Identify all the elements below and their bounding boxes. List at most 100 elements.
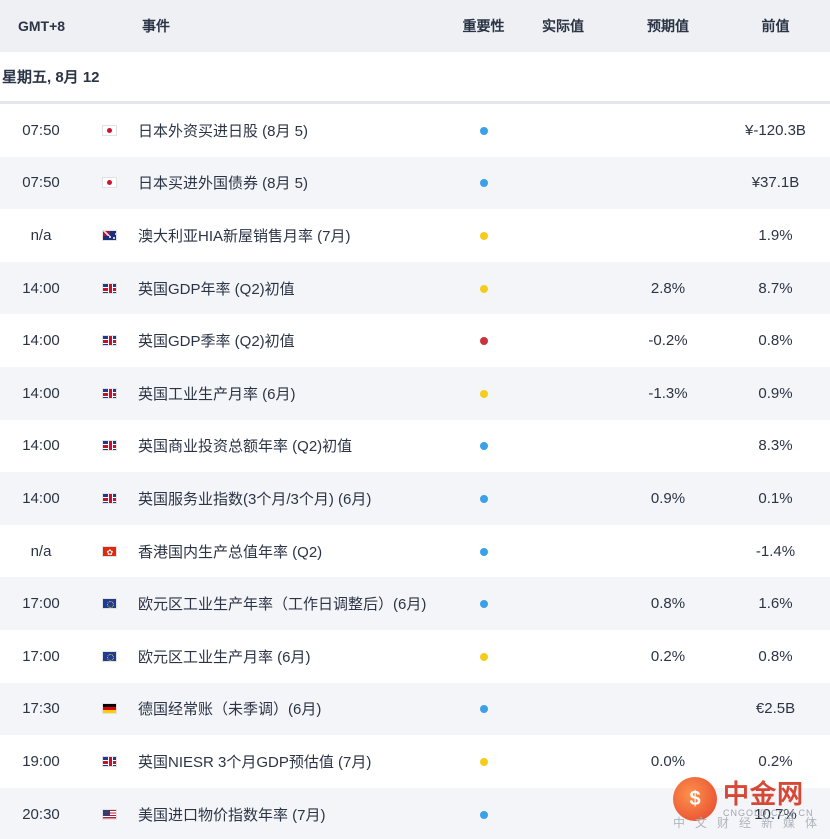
- event-row[interactable]: 14:00 英国GDP季率 (Q2)初值 -0.2% 0.8%: [0, 314, 830, 367]
- event-row[interactable]: n/a 香港国内生产总值年率 (Q2) -1.4%: [0, 524, 830, 578]
- flag-cell: [82, 440, 136, 452]
- importance-yellow-icon: [479, 389, 488, 398]
- event-name[interactable]: 英国商业投资总额年率 (Q2)初值: [136, 435, 456, 456]
- flag-gb-icon: [101, 440, 117, 452]
- flag-us-icon: [101, 808, 117, 820]
- event-time: 17:00: [22, 595, 60, 613]
- flag-hk-icon: [101, 545, 117, 557]
- forecast-value: -0.2%: [648, 332, 688, 350]
- event-time: n/a: [30, 226, 52, 244]
- importance-blue-icon: [479, 547, 488, 556]
- flag-gb-icon: [101, 282, 117, 294]
- event-name[interactable]: 日本外资买进日股 (8月 5): [136, 120, 456, 141]
- header-forecast: 预期值: [647, 18, 689, 34]
- event-name[interactable]: 德国经常账（未季调）(6月): [136, 698, 456, 719]
- importance-blue-icon: [479, 494, 488, 503]
- watermark: $ 中金网 CNGOLD.COM.CN 中文财经新媒体: [673, 769, 818, 830]
- importance-cell: [456, 700, 511, 717]
- importance-cell: [456, 122, 511, 139]
- importance-blue-icon: [479, 810, 488, 819]
- header-actual: 实际值: [542, 18, 584, 34]
- previous-value: 8.7%: [758, 279, 793, 297]
- event-list: 07:50 日本外资买进日股 (8月 5) ¥-120.3B 07:50 日本买进外国债…: [0, 104, 830, 839]
- header-importance: 重要性: [462, 18, 505, 34]
- flag-eu-icon: [101, 650, 117, 662]
- flag-cell: [82, 703, 136, 715]
- event-name[interactable]: 英国服务业指数(3个月/3个月) (6月): [136, 488, 456, 509]
- importance-yellow-icon: [479, 231, 488, 240]
- importance-cell: [456, 543, 511, 560]
- importance-cell: [456, 280, 511, 297]
- event-time: 17:00: [22, 647, 60, 665]
- importance-cell: [456, 385, 511, 402]
- event-name[interactable]: 英国工业生产月率 (6月): [136, 383, 456, 404]
- event-name[interactable]: 日本买进外国债券 (8月 5): [136, 172, 456, 193]
- event-row[interactable]: 14:00 英国商业投资总额年率 (Q2)初值 8.3%: [0, 419, 830, 473]
- flag-de-icon: [101, 703, 117, 715]
- event-row[interactable]: 17:00 欧元区工业生产年率（工作日调整后）(6月) 0.8% 1.6%: [0, 577, 830, 630]
- event-row[interactable]: n/a 澳大利亚HIA新屋销售月率 (7月) 1.9%: [0, 209, 830, 262]
- previous-value: €2.5B: [755, 700, 796, 718]
- event-row[interactable]: 17:30 德国经常账（未季调）(6月) €2.5B: [0, 682, 830, 736]
- previous-value: 0.8%: [758, 647, 793, 665]
- event-row[interactable]: 14:00 英国工业生产月率 (6月) -1.3% 0.9%: [0, 366, 830, 420]
- importance-cell: [456, 332, 511, 349]
- flag-gb-icon: [101, 335, 117, 347]
- importance-yellow-icon: [479, 652, 488, 661]
- event-row[interactable]: 14:00 英国服务业指数(3个月/3个月) (6月) 0.9% 0.1%: [0, 472, 830, 525]
- importance-cell: [456, 648, 511, 665]
- flag-gb-icon: [101, 492, 117, 504]
- flag-cell: [82, 650, 136, 662]
- event-row[interactable]: 17:00 欧元区工业生产月率 (6月) 0.2% 0.8%: [0, 629, 830, 683]
- previous-value: 0.2%: [758, 752, 793, 770]
- forecast-value: 0.2%: [650, 647, 686, 665]
- flag-cell: [82, 545, 136, 557]
- event-time: 14:00: [22, 489, 60, 507]
- previous-value: 8.3%: [758, 437, 793, 455]
- event-row[interactable]: 14:00 英国GDP年率 (Q2)初值 2.8% 8.7%: [0, 261, 830, 315]
- importance-yellow-icon: [479, 757, 488, 766]
- flag-gb-icon: [101, 755, 117, 767]
- flag-eu-icon: [101, 598, 117, 610]
- flag-cell: [82, 808, 136, 820]
- event-name[interactable]: 香港国内生产总值年率 (Q2): [136, 541, 456, 562]
- importance-cell: [456, 437, 511, 454]
- header-previous: 前值: [761, 18, 790, 34]
- importance-blue-icon: [479, 442, 488, 451]
- event-name[interactable]: 美国进口物价指数年率 (7月): [136, 804, 456, 825]
- event-row[interactable]: 07:50 日本买进外国债券 (8月 5) ¥37.1B: [0, 156, 830, 210]
- event-row[interactable]: 07:50 日本外资买进日股 (8月 5) ¥-120.3B: [0, 104, 830, 157]
- flag-cell: [82, 229, 136, 241]
- event-time: 19:00: [22, 752, 60, 770]
- importance-yellow-icon: [479, 284, 488, 293]
- forecast-value: 2.8%: [650, 279, 686, 297]
- flag-gb-icon: [101, 387, 117, 399]
- forecast-value: 0.0%: [650, 752, 686, 770]
- flag-cell: [82, 335, 136, 347]
- importance-cell: [456, 174, 511, 191]
- event-name[interactable]: 欧元区工业生产月率 (6月): [136, 646, 456, 667]
- event-time: 07:50: [22, 121, 60, 139]
- previous-value: -1.4%: [755, 542, 796, 560]
- event-name[interactable]: 英国NIESR 3个月GDP预估值 (7月): [136, 751, 456, 772]
- event-time: 14:00: [22, 279, 60, 297]
- event-name[interactable]: 欧元区工业生产年率（工作日调整后）(6月): [136, 593, 456, 614]
- event-name[interactable]: 英国GDP季率 (Q2)初值: [136, 330, 456, 351]
- event-time: 14:00: [22, 332, 60, 350]
- date-group-header: 星期五, 8月 12: [0, 52, 830, 104]
- importance-cell: [456, 806, 511, 823]
- previous-value: 0.1%: [758, 489, 793, 507]
- event-time: 14:00: [22, 437, 60, 455]
- forecast-value: 0.8%: [650, 595, 686, 613]
- importance-cell: [456, 595, 511, 612]
- event-time: 14:00: [22, 384, 60, 402]
- table-header: GMT+8 事件 重要性 实际值 预期值 前值: [0, 0, 830, 52]
- previous-value: ¥-120.3B: [745, 121, 806, 139]
- event-name[interactable]: 英国GDP年率 (Q2)初值: [136, 278, 456, 299]
- header-event: 事件: [142, 18, 170, 34]
- importance-cell: [456, 753, 511, 770]
- flag-cell: [82, 282, 136, 294]
- event-name[interactable]: 澳大利亚HIA新屋销售月率 (7月): [136, 225, 456, 246]
- event-time: 07:50: [22, 174, 60, 192]
- flag-au-icon: [101, 229, 117, 241]
